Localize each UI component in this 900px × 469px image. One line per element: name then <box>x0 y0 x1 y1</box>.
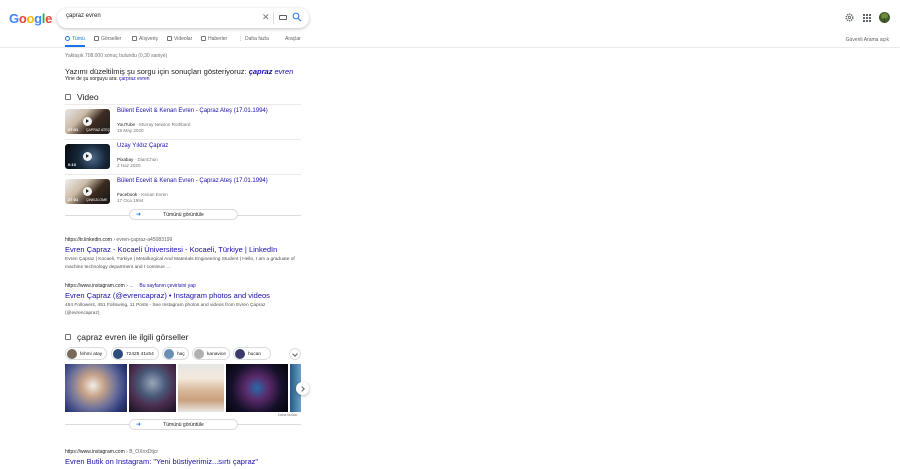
chip-hucan[interactable]: hucan <box>233 347 271 360</box>
result-title-link[interactable]: Evren Çapraz - Kocaeli Üniversitesi - Ko… <box>65 245 277 254</box>
original-query-link[interactable]: çarpraz evren <box>119 76 150 82</box>
tab-shopping[interactable]: Alışveriş <box>132 36 158 47</box>
play-icon <box>83 152 92 161</box>
translate-page-link[interactable]: Bu sayfanın çevirisini yap <box>139 283 195 289</box>
video-source: Facebook · Kenan Evren <box>117 192 168 197</box>
result-title-link[interactable]: Evren Çapraz (@evrencapraz) • Instagram … <box>65 291 270 300</box>
result-cite: https://tr.linkedin.com › evren-çapraz-a… <box>65 237 173 243</box>
spelling-correction: Yazımı düzeltilmiş şu sorgu için sonuçla… <box>65 67 294 76</box>
image-refinement-chips: fehmi atay 72425 41x54 haç kanavice huca… <box>65 347 305 360</box>
video-date: 17 Oca 1994 <box>117 198 144 203</box>
image-result[interactable] <box>65 364 127 412</box>
tag-icon <box>132 36 137 41</box>
video-source: YouTube · Murray Newton Rothbard <box>117 122 191 127</box>
close-icon[interactable]: ✕ <box>262 12 270 22</box>
video-item[interactable]: 27:01 ÇİNKIZLOME Bülent Ecevit & Kenan E… <box>65 174 301 207</box>
result-cite: https://www.instagram.com › B_OXnxDtjcr <box>65 449 159 455</box>
video-section-title: Video <box>65 92 99 102</box>
corrected-query-link[interactable]: çapraz evren <box>249 67 294 76</box>
search-input[interactable]: çapraz evren <box>66 13 101 19</box>
chip-hac[interactable]: haç <box>162 347 189 360</box>
chip-thumbnail <box>113 349 123 359</box>
search-icon[interactable] <box>292 12 302 23</box>
logo-letter: o <box>18 11 27 26</box>
video-title-link[interactable]: Bülent Ecevit & Kenan Evren - Çapraz Ate… <box>117 178 268 184</box>
tools-button[interactable]: Araçlar <box>285 36 301 47</box>
view-all-images-button[interactable]: ➜ Tümünü görüntüle <box>129 419 238 430</box>
chip-fehmi-atay[interactable]: fehmi atay <box>65 347 107 360</box>
tab-news[interactable]: Haberler <box>201 36 227 47</box>
tab-videos[interactable]: Videolar <box>167 36 192 47</box>
search-divider <box>273 12 274 24</box>
image-strip <box>65 364 301 412</box>
logo-letter: g <box>34 11 42 26</box>
chip-72425[interactable]: 72425 41x54 <box>111 347 159 360</box>
search-tabs: Tümü Görseller Alışveriş Videolar Haberl… <box>0 34 900 48</box>
chevron-down-icon[interactable] <box>289 348 301 360</box>
tab-all[interactable]: Tümü <box>65 36 85 47</box>
chip-thumbnail <box>164 349 174 359</box>
news-icon <box>201 36 206 41</box>
video-title-link[interactable]: Uzay Yıldız Çapraz <box>117 143 168 149</box>
view-all-videos-button[interactable]: ➜ Tümünü görüntüle <box>129 209 238 220</box>
chevron-right-icon[interactable] <box>296 382 309 395</box>
logo-letter: G <box>9 11 19 26</box>
keyboard-icon[interactable] <box>279 15 287 20</box>
result-title-link[interactable]: Evren Butik on Instagram: "Yeni büstiyer… <box>65 457 258 466</box>
image-result[interactable] <box>178 364 224 412</box>
logo-letter: e <box>45 11 53 26</box>
result-cite: https://www.instagram.com › ... Bu sayfan… <box>65 283 196 289</box>
more-vert-icon: ⋮ <box>238 36 243 42</box>
search-box[interactable]: çapraz evren ✕ <box>57 8 309 28</box>
chip-kanavice[interactable]: kanavice <box>192 347 230 360</box>
image-icon <box>94 36 99 41</box>
images-section-title: çapraz evren ile ilgili görseller <box>65 332 189 342</box>
google-logo[interactable]: Google <box>9 11 52 26</box>
result-snippet: Evren Çapraz | Kocaeli, Türkiye | Metall… <box>65 257 295 270</box>
apps-grid-icon[interactable] <box>863 14 871 22</box>
video-icon <box>65 94 71 100</box>
tab-more[interactable]: ⋮ Daha fazla <box>238 36 269 47</box>
video-source: Pixabay · DianChun <box>117 157 158 162</box>
image-icon <box>65 334 71 340</box>
chip-thumbnail <box>194 349 204 359</box>
result-snippet: 464 Followers, 451 Following, 11 Posts -… <box>65 303 266 316</box>
header: Google çapraz evren ✕ <box>0 0 900 34</box>
account-avatar[interactable] <box>879 12 890 23</box>
video-title-link[interactable]: Bülent Ecevit & Kenan Evren - Çapraz Ate… <box>117 108 268 114</box>
play-icon <box>83 117 92 126</box>
video-date: 15 May 2020 <box>117 128 144 133</box>
video-thumbnail[interactable]: 27:01 ÇAPRAZ ATEŞ <box>65 109 110 134</box>
tab-images[interactable]: Görseller <box>94 36 121 47</box>
video-date: 2 Haz 2020 <box>117 163 141 168</box>
search-icon <box>65 36 70 41</box>
images-credit: Daha fazlası <box>278 413 298 417</box>
result-stats: Yaklaşık 708.000 sonuç bulundu (0,30 san… <box>65 53 168 59</box>
video-item[interactable]: 0:10 Uzay Yıldız Çapraz Pixabay · DianCh… <box>65 139 301 172</box>
search-instead: Yine de şu sorguyu ara: çarpraz evren <box>65 76 150 82</box>
chip-thumbnail <box>235 349 245 359</box>
video-thumbnail[interactable]: 0:10 <box>65 144 110 169</box>
chip-thumbnail <box>67 349 77 359</box>
safe-search-toggle[interactable]: Güvenli Arama açık <box>846 37 889 43</box>
video-icon <box>167 36 172 41</box>
play-icon <box>83 187 92 196</box>
gear-icon[interactable] <box>845 13 854 22</box>
logo-letter: o <box>26 11 35 26</box>
video-thumbnail[interactable]: 27:01 ÇİNKIZLOME <box>65 179 110 204</box>
image-result[interactable] <box>129 364 176 412</box>
image-result[interactable] <box>226 364 288 412</box>
video-item[interactable]: 27:01 ÇAPRAZ ATEŞ Bülent Ecevit & Kenan … <box>65 104 301 137</box>
